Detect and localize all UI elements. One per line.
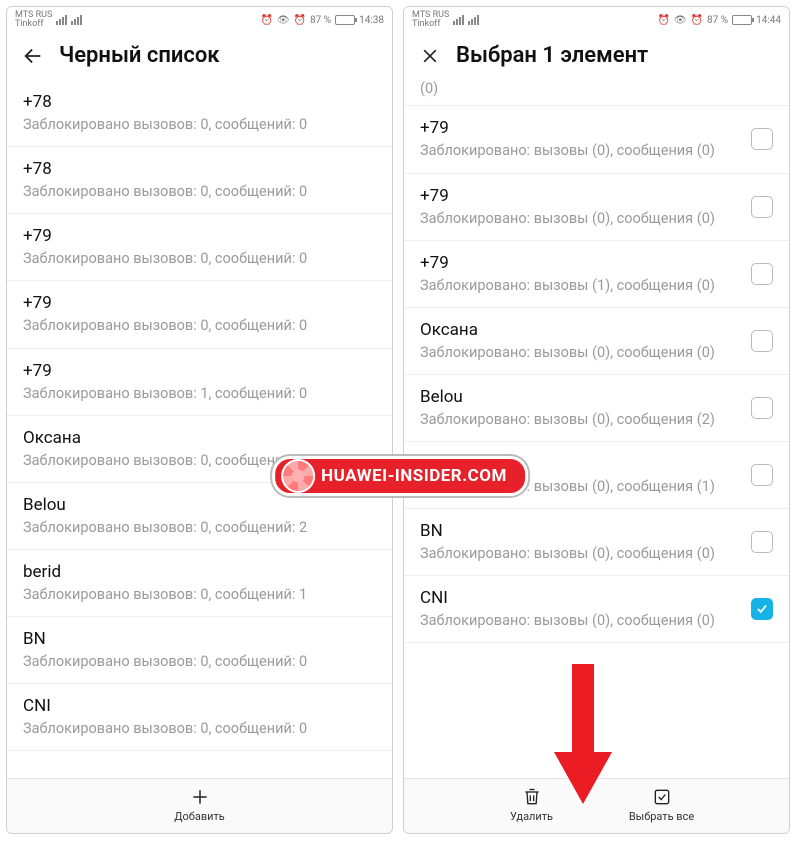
list-item[interactable]: BN Заблокировано: вызовы (0), сообщения (…	[404, 509, 789, 576]
app-header: Черный список	[7, 33, 392, 80]
delete-label: Удалить	[510, 810, 553, 823]
item-checkbox[interactable]	[751, 598, 773, 620]
watermark: HUAWEI-INSIDER.COM	[272, 456, 528, 496]
list-item[interactable]: Оксана Заблокировано: вызовы (0), сообщен…	[404, 308, 789, 375]
item-name: +79	[420, 118, 741, 138]
item-sub: Заблокировано: вызовы (0), сообщения (2)	[420, 411, 741, 429]
list-item[interactable]: +79 Заблокировано вызовов: 0, сообщений: …	[7, 214, 392, 281]
item-name: Оксана	[23, 428, 376, 448]
watermark-text: HUAWEI-INSIDER.COM	[321, 466, 507, 486]
blocklist[interactable]: +78 Заблокировано вызовов: 0, сообщений: …	[7, 80, 392, 778]
battery-icon	[335, 15, 355, 25]
carrier-2: Tinkoff	[412, 20, 449, 29]
item-name: +79	[23, 226, 376, 246]
add-button[interactable]: Добавить	[160, 787, 240, 823]
list-item[interactable]: +79 Заблокировано: вызовы (0), сообщения …	[404, 174, 789, 241]
item-sub: Заблокировано: вызовы (0), сообщения (0)	[420, 210, 741, 228]
alarm-icon: ⏰	[294, 15, 306, 26]
page-title: Выбран 1 элемент	[456, 43, 648, 68]
item-sub: Заблокировано: вызовы (0), сообщения (0)	[420, 612, 741, 630]
item-name: BN	[23, 629, 376, 649]
item-name: CNI	[23, 696, 376, 716]
item-name: Belou	[23, 495, 376, 515]
item-sub: Заблокировано вызовов: 0, сообщений: 0	[23, 250, 376, 268]
battery-pct: 87 %	[310, 15, 331, 26]
dnd-icon: 👁	[674, 15, 687, 26]
signal-icon	[71, 15, 82, 25]
item-sub: Заблокировано вызовов: 0, сообщений: 0	[23, 183, 376, 201]
select-all-button[interactable]: Выбрать все	[622, 787, 702, 823]
list-item[interactable]: +78 Заблокировано вызовов: 0, сообщений: …	[7, 80, 392, 147]
signal-icon	[56, 15, 67, 25]
app-header: Выбран 1 элемент	[404, 33, 789, 80]
item-name: Оксана	[420, 320, 741, 340]
huawei-logo-icon	[281, 459, 315, 493]
item-sub: Заблокировано: вызовы (0), сообщения (0)	[420, 545, 741, 563]
battery-icon	[732, 15, 752, 25]
list-item[interactable]: +79 Заблокировано вызовов: 1, сообщений: …	[7, 349, 392, 416]
item-sub: Заблокировано: вызовы (1), сообщения (0)	[420, 277, 741, 295]
alarm-icon: ⏰	[657, 15, 669, 26]
phone-left: MTS RUS Tinkoff ⏰ 👁 ⏰ 87 % 14:38 Черный …	[6, 6, 393, 834]
item-checkbox[interactable]	[751, 263, 773, 285]
carrier-2: Tinkoff	[15, 20, 52, 29]
item-sub: Заблокировано вызовов: 0, сообщений: 2	[23, 519, 376, 537]
clock-time: 14:44	[756, 15, 781, 26]
item-name: +78	[23, 92, 376, 112]
list-item-partial: (0)	[404, 80, 789, 106]
list-item[interactable]: berid Заблокировано вызовов: 0, сообщений…	[7, 550, 392, 617]
dnd-icon: 👁	[277, 15, 290, 26]
alarm-icon: ⏰	[260, 15, 272, 26]
signal-icon	[468, 15, 479, 25]
item-name: +79	[420, 253, 741, 273]
alarm-icon: ⏰	[691, 15, 703, 26]
item-name: BN	[420, 521, 741, 541]
list-item[interactable]: +78 Заблокировано вызовов: 0, сообщений: …	[7, 147, 392, 214]
list-item[interactable]: +79 Заблокировано вызовов: 0, сообщений: …	[7, 281, 392, 348]
item-name: +79	[420, 186, 741, 206]
list-item[interactable]: CNI Заблокировано вызовов: 0, сообщений: …	[7, 684, 392, 751]
item-sub: Заблокировано: вызовы (0), сообщения (0)	[420, 142, 741, 160]
item-sub: Заблокировано вызовов: 0, сообщений: 0	[23, 317, 376, 335]
item-sub: Заблокировано вызовов: 1, сообщений: 0	[23, 385, 376, 403]
battery-pct: 87 %	[707, 15, 728, 26]
item-sub: Заблокировано вызовов: 0, сообщений: 0	[23, 653, 376, 671]
list-item[interactable]: Belou Заблокировано: вызовы (0), сообщени…	[404, 375, 789, 442]
item-checkbox[interactable]	[751, 196, 773, 218]
item-sub: Заблокировано вызовов: 0, сообщений: 1	[23, 586, 376, 604]
item-checkbox[interactable]	[751, 531, 773, 553]
select-all-label: Выбрать все	[629, 810, 694, 823]
status-bar: MTS RUS Tinkoff ⏰ 👁 ⏰ 87 % 14:38	[7, 7, 392, 33]
status-bar: MTS RUS Tinkoff ⏰ 👁 ⏰ 87 % 14:44	[404, 7, 789, 33]
clock-time: 14:38	[359, 15, 384, 26]
item-name: +79	[23, 361, 376, 381]
item-checkbox[interactable]	[751, 464, 773, 486]
annotation-arrow-icon	[552, 664, 614, 808]
page-title: Черный список	[59, 43, 220, 68]
item-name: Belou	[420, 387, 741, 407]
item-name: berid	[23, 562, 376, 582]
item-sub: Заблокировано: вызовы (0), сообщения (0)	[420, 344, 741, 362]
close-button[interactable]	[418, 44, 442, 68]
list-item[interactable]: CNI Заблокировано: вызовы (0), сообщения …	[404, 576, 789, 643]
item-name: +78	[23, 159, 376, 179]
list-item[interactable]: +79 Заблокировано: вызовы (0), сообщения …	[404, 106, 789, 173]
item-name: +79	[23, 293, 376, 313]
list-item[interactable]: BN Заблокировано вызовов: 0, сообщений: 0	[7, 617, 392, 684]
item-checkbox[interactable]	[751, 397, 773, 419]
signal-icon	[453, 15, 464, 25]
back-button[interactable]	[21, 44, 45, 68]
item-sub: Заблокировано вызовов: 0, сообщений: 0	[23, 116, 376, 134]
list-item[interactable]: +79 Заблокировано: вызовы (1), сообщения …	[404, 241, 789, 308]
item-checkbox[interactable]	[751, 330, 773, 352]
item-name: CNI	[420, 588, 741, 608]
item-checkbox[interactable]	[751, 128, 773, 150]
bottom-bar: Добавить	[7, 778, 392, 833]
item-sub: Заблокировано вызовов: 0, сообщений: 0	[23, 720, 376, 738]
add-label: Добавить	[174, 810, 225, 823]
